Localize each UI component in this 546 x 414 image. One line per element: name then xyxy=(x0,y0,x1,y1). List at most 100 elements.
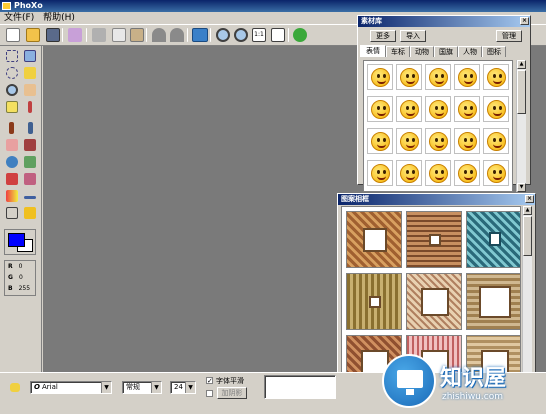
scroll-thumb[interactable] xyxy=(523,216,532,256)
close-icon[interactable]: × xyxy=(525,195,534,203)
line-icon[interactable] xyxy=(24,196,36,199)
actual-size-icon[interactable]: 1:1 xyxy=(252,28,266,42)
emoticon-item[interactable] xyxy=(483,128,509,154)
help-icon[interactable] xyxy=(293,28,307,42)
frame-thumbnail[interactable] xyxy=(346,273,402,330)
brush-icon[interactable] xyxy=(9,122,14,134)
fit-window-icon[interactable] xyxy=(271,28,285,42)
scroll-thumb[interactable] xyxy=(517,70,526,114)
lasso-icon[interactable] xyxy=(6,67,18,79)
tab-emoticons[interactable]: 表情 xyxy=(360,45,386,57)
frame-thumbnail[interactable] xyxy=(466,273,520,330)
scissors-icon[interactable] xyxy=(24,173,36,185)
tab-car-logos[interactable]: 车标 xyxy=(386,46,410,57)
font-style-value: 常规 xyxy=(126,383,140,391)
scroll-down-icon[interactable]: ▼ xyxy=(517,183,526,192)
hand-icon[interactable] xyxy=(24,84,36,96)
add-shadow-button[interactable]: 加阴影 xyxy=(217,387,247,399)
emoticon-item[interactable] xyxy=(454,128,480,154)
font-name-value: Arial xyxy=(41,383,58,391)
actual-size-label: 1:1 xyxy=(254,31,264,38)
cut-icon[interactable] xyxy=(92,28,106,42)
emoticon-item[interactable] xyxy=(425,64,451,90)
emoticon-item[interactable] xyxy=(396,128,422,154)
emoticon-item[interactable] xyxy=(454,96,480,122)
frame-thumbnail[interactable] xyxy=(346,211,402,268)
font-size-select[interactable]: 24 ▼ xyxy=(170,381,196,394)
paste-icon[interactable] xyxy=(130,28,144,42)
chevron-down-icon[interactable]: ▼ xyxy=(185,382,195,393)
gradient-icon[interactable] xyxy=(6,190,18,202)
menu-file[interactable]: 文件(F) xyxy=(4,13,34,23)
chevron-down-icon[interactable]: ▼ xyxy=(101,382,111,393)
color-swatch[interactable] xyxy=(4,229,36,255)
emoticon-item[interactable] xyxy=(396,96,422,122)
frame-thumbnail[interactable] xyxy=(406,211,462,268)
scroll-up-icon[interactable]: ▲ xyxy=(517,60,526,69)
emoticon-item[interactable] xyxy=(367,64,393,90)
add-shadow-checkbox[interactable] xyxy=(206,390,213,397)
clone-icon[interactable] xyxy=(24,139,36,151)
redo-icon[interactable] xyxy=(170,28,184,42)
emoticon-item[interactable] xyxy=(367,128,393,154)
close-icon[interactable]: × xyxy=(520,17,529,25)
emoticon-item[interactable] xyxy=(483,64,509,90)
crop-icon[interactable] xyxy=(6,207,18,219)
fill-icon[interactable] xyxy=(6,156,18,168)
material-scrollbar[interactable]: ▲ ▼ xyxy=(516,60,526,192)
watermark-title: 知识屋 xyxy=(440,366,507,391)
save-icon[interactable] xyxy=(46,28,60,42)
magic-wand-icon[interactable] xyxy=(24,67,36,79)
emoticon-item[interactable] xyxy=(367,160,393,186)
g-label: G xyxy=(8,274,13,281)
more-button[interactable]: 更多 xyxy=(370,30,396,42)
emoticon-face-icon xyxy=(429,132,448,151)
open-icon[interactable] xyxy=(26,28,40,42)
material-panel-title: 素材库 × xyxy=(358,16,530,27)
color-replace-icon[interactable] xyxy=(24,156,36,168)
tab-people[interactable]: 人物 xyxy=(458,46,482,57)
copy-icon[interactable] xyxy=(112,28,126,42)
emoticon-item[interactable] xyxy=(367,96,393,122)
eraser-icon[interactable] xyxy=(6,139,18,151)
menu-help[interactable]: 帮助(H) xyxy=(43,13,75,23)
font-style-select[interactable]: 常规 ▼ xyxy=(122,381,162,394)
font-smooth-checkbox[interactable]: ✓ xyxy=(206,377,213,385)
undo-icon[interactable] xyxy=(152,28,166,42)
emoticon-item[interactable] xyxy=(483,160,509,186)
move-icon[interactable] xyxy=(24,50,36,62)
tab-animals[interactable]: 动物 xyxy=(410,46,434,57)
chevron-down-icon[interactable]: ▼ xyxy=(151,382,161,393)
new-icon[interactable] xyxy=(6,28,20,42)
frame-thumbnail[interactable] xyxy=(466,211,520,268)
emoticon-grid xyxy=(363,60,513,192)
frame-thumbnail[interactable] xyxy=(406,273,462,330)
emoticon-item[interactable] xyxy=(396,64,422,90)
emoticon-item[interactable] xyxy=(454,160,480,186)
effect-icon[interactable] xyxy=(68,28,82,42)
text-input[interactable] xyxy=(264,375,336,399)
foreground-color[interactable] xyxy=(8,233,25,247)
paint-bucket-icon[interactable] xyxy=(6,173,18,185)
zoom-tool-icon[interactable] xyxy=(6,84,18,96)
star-shape-icon[interactable] xyxy=(24,207,36,219)
rect-select-icon[interactable] xyxy=(6,50,18,62)
import-button[interactable]: 导入 xyxy=(400,30,426,42)
font-name-select[interactable]: O Arial ▼ xyxy=(30,381,112,394)
tab-icons[interactable]: 图标 xyxy=(482,46,506,57)
emoticon-item[interactable] xyxy=(425,96,451,122)
emoticon-item[interactable] xyxy=(425,160,451,186)
emoticon-item[interactable] xyxy=(396,160,422,186)
tab-flags[interactable]: 国旗 xyxy=(434,46,458,57)
zoom-out-icon[interactable] xyxy=(234,28,248,42)
pencil-icon[interactable] xyxy=(28,122,33,134)
screen-capture-icon[interactable] xyxy=(192,28,208,42)
scroll-up-icon[interactable]: ▲ xyxy=(523,206,532,215)
pen-icon[interactable] xyxy=(28,101,32,113)
emoticon-item[interactable] xyxy=(425,128,451,154)
text-tool-icon[interactable] xyxy=(6,101,18,113)
emoticon-item[interactable] xyxy=(483,96,509,122)
emoticon-item[interactable] xyxy=(454,64,480,90)
zoom-in-icon[interactable] xyxy=(216,28,230,42)
manage-button[interactable]: 管理 xyxy=(496,30,522,42)
